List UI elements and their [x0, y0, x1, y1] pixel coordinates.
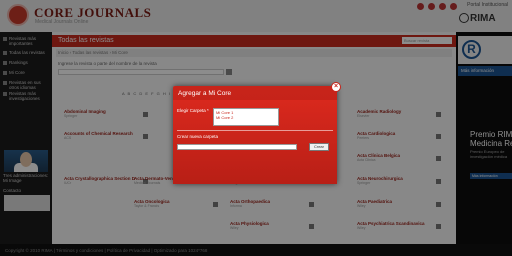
new-folder-input[interactable]	[177, 144, 297, 150]
folder-list[interactable]: Mi Core 1 Mi Core 2	[213, 108, 279, 126]
add-to-core-dialog: Agregar a Mi Core × Elegir Carpeta * Mi …	[173, 82, 341, 184]
create-folder-label: Crear nueva carpeta	[177, 134, 219, 139]
required-marker: *	[207, 108, 209, 113]
folder-option[interactable]: Mi Core 2	[216, 115, 276, 120]
divider	[177, 130, 333, 131]
dialog-title: Agregar a Mi Core	[178, 90, 232, 97]
close-icon[interactable]: ×	[331, 82, 341, 92]
choose-folder-label: Elegir Carpeta *	[177, 108, 209, 113]
dialog-body: Elegir Carpeta * Mi Core 1 Mi Core 2 Cre…	[173, 100, 337, 184]
create-button[interactable]: Crear	[309, 143, 329, 151]
